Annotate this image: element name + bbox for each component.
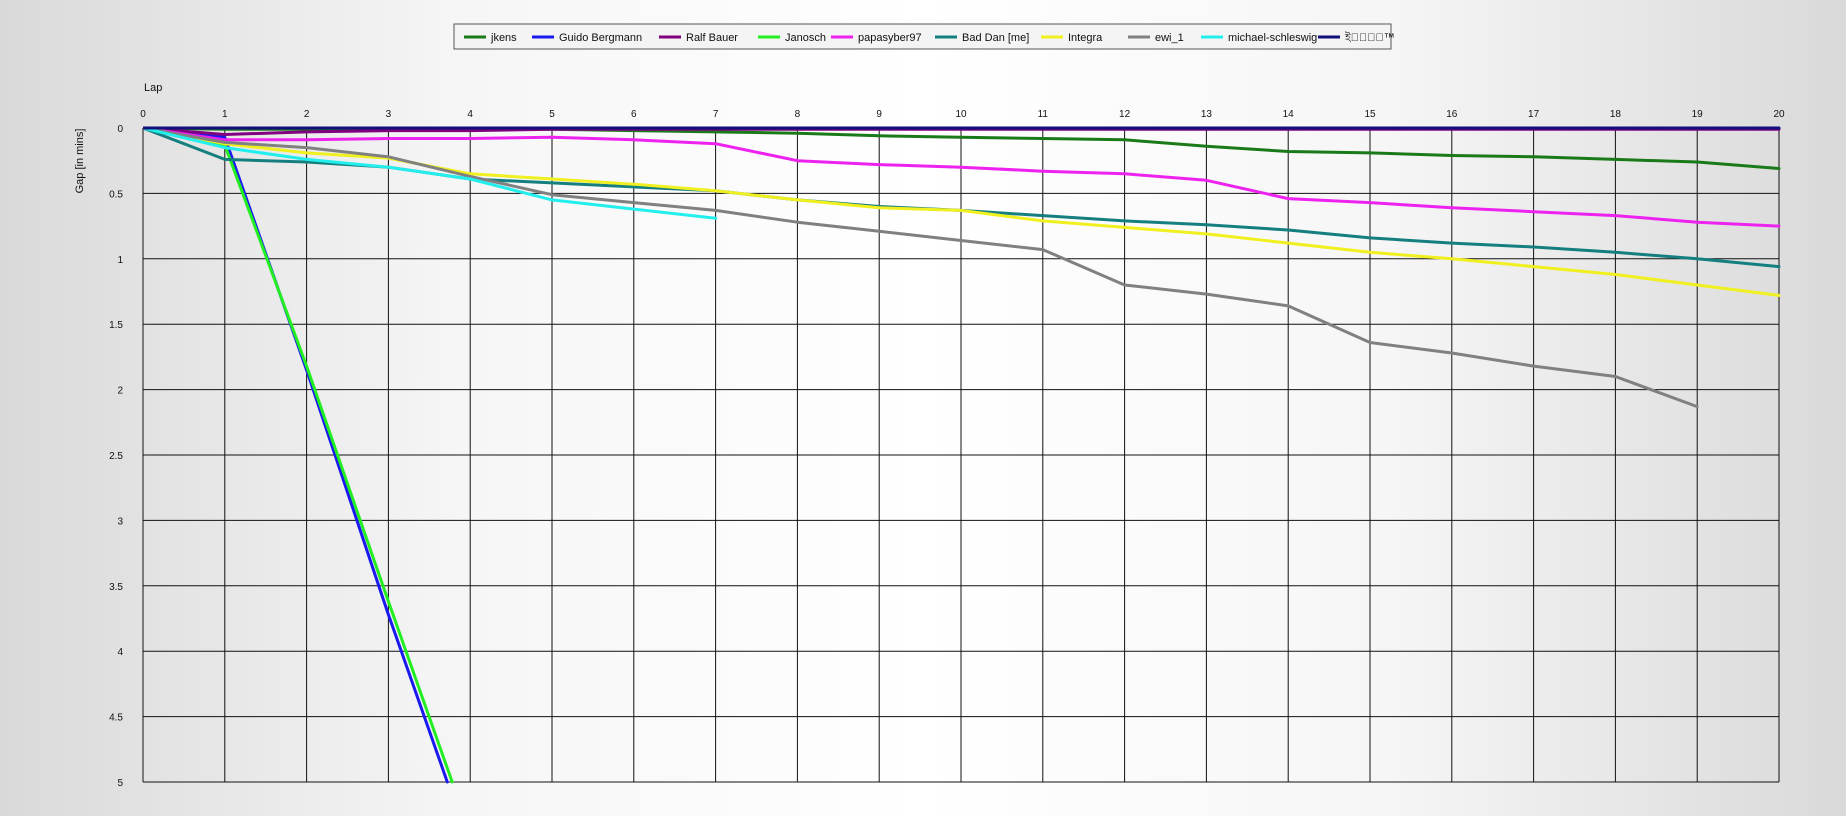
x-tick-label: 20 bbox=[1773, 109, 1785, 120]
series-line bbox=[143, 126, 1699, 409]
x-tick-label: 15 bbox=[1364, 109, 1376, 120]
grid bbox=[142, 127, 1780, 783]
legend: jkens Guido Bergmann Ralf Bauer Janosch papa… bbox=[453, 23, 1395, 50]
y-axis-title: Gap [in mins] bbox=[74, 129, 86, 194]
y-tick-label: 3.5 bbox=[109, 582, 123, 593]
legend-label: jkens bbox=[490, 32, 517, 44]
x-tick-label: 4 bbox=[467, 109, 473, 120]
x-tick-label: 14 bbox=[1283, 109, 1295, 120]
legend-label: ই‍য়ে্‍™ bbox=[1344, 31, 1395, 44]
x-tick-label: 19 bbox=[1692, 109, 1704, 120]
x-tick-label: 10 bbox=[955, 109, 967, 120]
x-tick-label: 1 bbox=[222, 109, 228, 120]
y-tick-label: 2 bbox=[117, 386, 123, 397]
legend-label: Ralf Bauer bbox=[686, 32, 738, 44]
x-tick-label: 8 bbox=[795, 109, 801, 120]
x-tick-label: 13 bbox=[1201, 109, 1213, 120]
y-tick-label: 2.5 bbox=[109, 451, 123, 462]
y-tick-label: 4.5 bbox=[109, 713, 123, 724]
y-axis-tick-labels: 0 0.5 1 1.5 2 2.5 3 3.5 4 4.5 5 bbox=[109, 124, 123, 789]
x-tick-label: 2 bbox=[304, 109, 310, 120]
y-tick-label: 4 bbox=[117, 647, 123, 658]
x-tick-label: 16 bbox=[1446, 109, 1458, 120]
legend-label: Bad Dan [me] bbox=[962, 32, 1029, 44]
y-tick-label: 5 bbox=[117, 778, 123, 789]
x-tick-label: 6 bbox=[631, 109, 637, 120]
y-tick-label: 0 bbox=[117, 124, 123, 135]
legend-label: Janosch bbox=[785, 32, 826, 44]
x-axis-title: Lap bbox=[144, 82, 162, 94]
legend-label: ewi_1 bbox=[1155, 32, 1184, 44]
y-tick-label: 1 bbox=[117, 255, 123, 266]
legend-label: Guido Bergmann bbox=[559, 32, 642, 44]
x-tick-label: 9 bbox=[876, 109, 882, 120]
x-axis-tick-labels: 0 1 2 3 4 5 6 7 8 9 10 11 12 13 14 15 16 17 18 19 20 bbox=[140, 109, 1785, 120]
x-tick-label: 12 bbox=[1119, 109, 1131, 120]
y-tick-label: 3 bbox=[117, 516, 123, 527]
lap-gap-chart: jkens Guido Bergmann Ralf Bauer Janosch papa… bbox=[74, 23, 1785, 789]
x-tick-label: 5 bbox=[549, 109, 555, 120]
legend-label: Integra bbox=[1068, 32, 1103, 44]
y-tick-label: 0.5 bbox=[109, 189, 123, 200]
y-tick-label: 1.5 bbox=[109, 320, 123, 331]
x-tick-label: 17 bbox=[1528, 109, 1540, 120]
legend-label: papasyber97 bbox=[858, 32, 922, 44]
x-tick-label: 11 bbox=[1038, 109, 1049, 120]
legend-label: michael-schleswig bbox=[1228, 32, 1317, 44]
x-tick-label: 3 bbox=[386, 109, 392, 120]
x-tick-label: 18 bbox=[1610, 109, 1622, 120]
x-tick-label: 7 bbox=[713, 109, 719, 120]
x-tick-label: 0 bbox=[140, 109, 146, 120]
